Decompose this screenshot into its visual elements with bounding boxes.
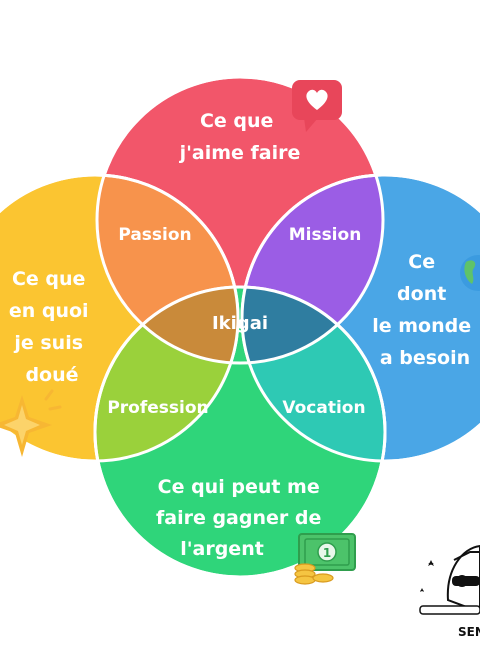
label-passion: Passion <box>118 225 191 245</box>
svg-text:1: 1 <box>323 546 331 560</box>
mascot-text: SEN <box>458 625 480 639</box>
label-mission: Mission <box>289 225 362 245</box>
mascot-sunglasses-icon: SEN <box>419 544 480 639</box>
label-profession: Profession <box>107 398 208 418</box>
label-vocation: Vocation <box>282 398 365 418</box>
label-ikigai: Ikigai <box>212 313 268 334</box>
ikigai-diagram: Ce que j'aime faire Ce que en quoi je su… <box>0 75 480 639</box>
money-icon: 1 <box>294 533 356 585</box>
